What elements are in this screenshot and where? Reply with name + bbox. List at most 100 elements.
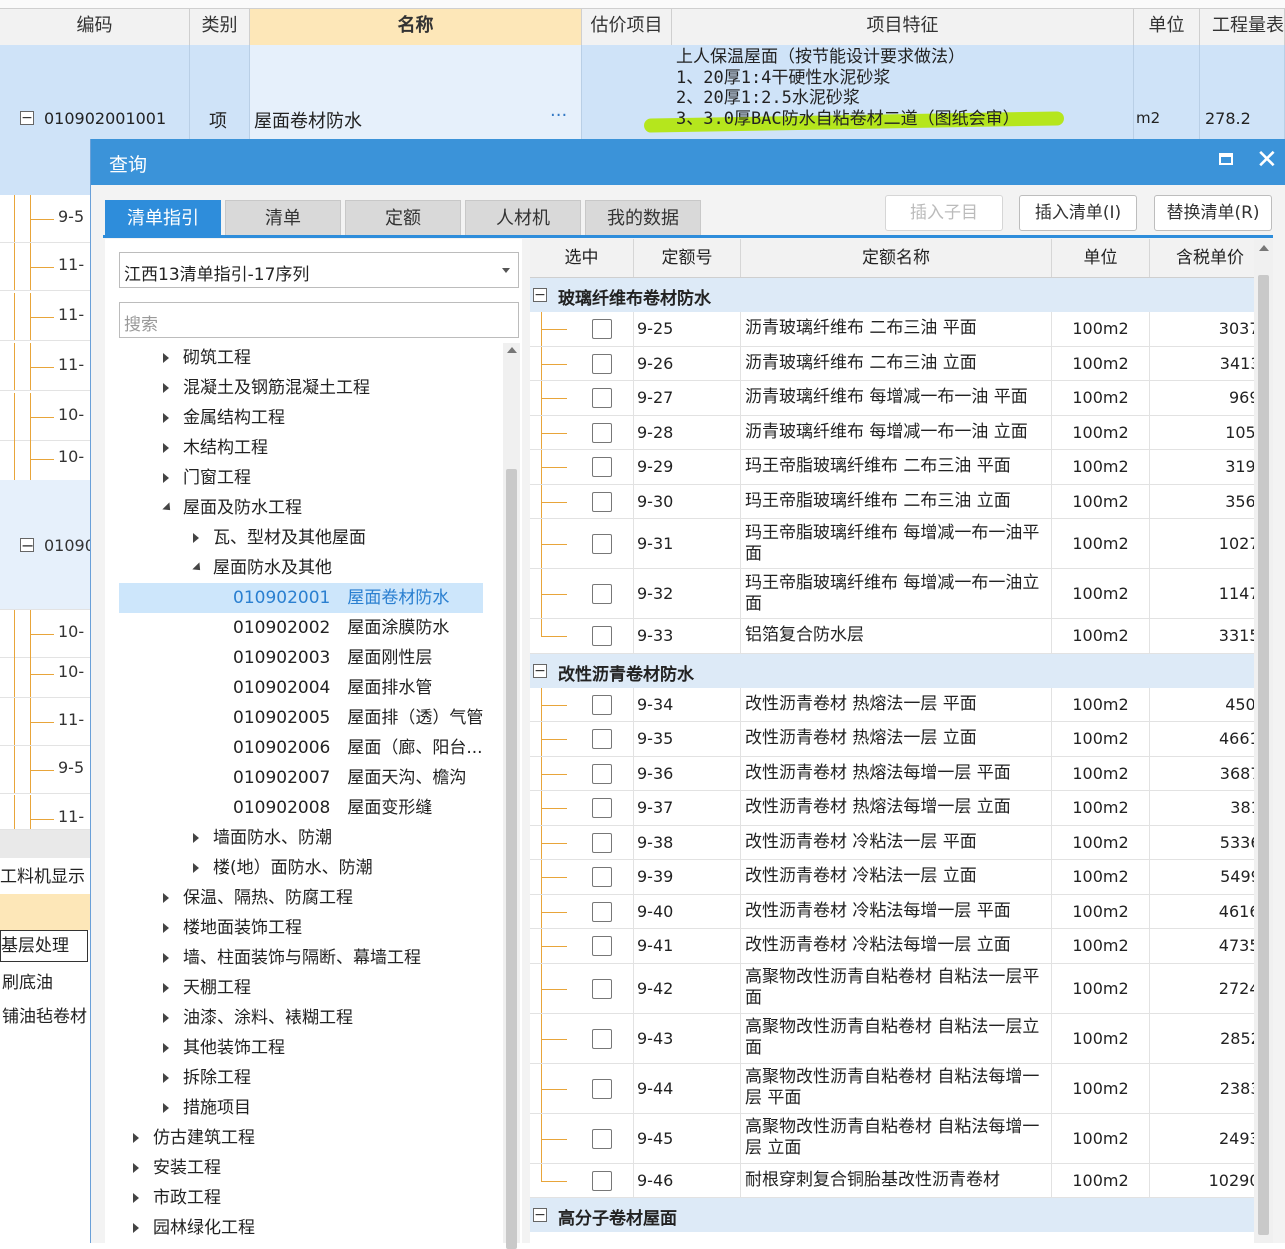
- tab-list[interactable]: 清单: [225, 200, 341, 236]
- table-row[interactable]: 9-31 玛王帝脂玻璃纤维布 每增减一布一油平面 100m2 1027.!: [530, 519, 1273, 569]
- group-row[interactable]: − 改性沥青卷材防水: [530, 653, 1273, 688]
- select-checkbox[interactable]: [592, 353, 612, 374]
- collapsed-triangle-icon[interactable]: [163, 953, 169, 963]
- table-row[interactable]: 9-43 高聚物改性沥青自粘卷材 自粘法一层立面 100m2 2852..: [530, 1013, 1273, 1064]
- select-checkbox[interactable]: [592, 1078, 612, 1099]
- list-item[interactable]: 11-: [0, 795, 92, 830]
- library-select[interactable]: 江西13清单指引-17序列: [119, 252, 519, 288]
- collapsed-triangle-icon[interactable]: [133, 1223, 139, 1233]
- expanded-triangle-icon[interactable]: [192, 562, 204, 574]
- col-quota-name[interactable]: 定额名称: [741, 239, 1052, 277]
- collapsed-triangle-icon[interactable]: [133, 1193, 139, 1203]
- collapsed-triangle-icon[interactable]: [163, 1013, 169, 1023]
- more-icon[interactable]: ···: [550, 105, 567, 126]
- select-checkbox[interactable]: [592, 626, 612, 647]
- table-row[interactable]: 9-37 改性沥青卷材 热熔法每增一层 立面 100m2 3818: [530, 791, 1273, 826]
- list-item[interactable]: 11-: [0, 698, 92, 746]
- tree-node[interactable]: 楼地面装饰工程: [105, 913, 501, 943]
- list-item[interactable]: 11-: [0, 293, 92, 341]
- select-checkbox[interactable]: [592, 584, 612, 604]
- select-checkbox[interactable]: [592, 457, 612, 478]
- scroll-thumb[interactable]: [1258, 275, 1269, 1235]
- tree-scrollbar[interactable]: [503, 343, 520, 1249]
- tab-materials[interactable]: 人材机: [465, 200, 581, 236]
- tree-node[interactable]: 市政工程: [105, 1183, 501, 1213]
- table-row[interactable]: 9-41 改性沥青卷材 冷粘法每增一层 立面 100m2 4735.!: [530, 929, 1273, 964]
- collapsed-triangle-icon[interactable]: [163, 413, 169, 423]
- table-row[interactable]: 9-40 改性沥青卷材 冷粘法每增一层 平面 100m2 4616.!: [530, 894, 1273, 929]
- tree-node[interactable]: 屋面防水及其他: [105, 553, 501, 583]
- collapsed-triangle-icon[interactable]: [193, 863, 199, 873]
- select-checkbox[interactable]: [592, 694, 612, 715]
- table-row[interactable]: 9-27 沥青玻璃纤维布 每增减一布一油 平面 100m2 969.!: [530, 381, 1273, 416]
- list-item[interactable]: 9-5: [0, 195, 92, 243]
- tab-list-guide[interactable]: 清单指引: [105, 200, 221, 236]
- collapsed-triangle-icon[interactable]: [163, 473, 169, 483]
- select-checkbox[interactable]: [592, 798, 612, 819]
- table-row[interactable]: 9-30 玛王帝脂玻璃纤维布 二布三油 立面 100m2 3562.: [530, 484, 1273, 519]
- table-row[interactable]: 9-33 铝箔复合防水层 100m2 3315.!: [530, 619, 1273, 654]
- select-checkbox[interactable]: [592, 936, 612, 957]
- tree-node[interactable]: 拆除工程: [105, 1063, 501, 1093]
- dialog-titlebar[interactable]: 查询 ✕: [91, 139, 1285, 185]
- collapsed-triangle-icon[interactable]: [163, 353, 169, 363]
- list-item[interactable]: 10-: [0, 393, 92, 441]
- col-features[interactable]: 项目特征: [672, 9, 1134, 45]
- table-row[interactable]: 9-26 沥青玻璃纤维布 二布三油 立面 100m2 3413.:: [530, 346, 1273, 381]
- expanded-triangle-icon[interactable]: [162, 502, 174, 514]
- group-row[interactable]: − 高分子卷材屋面: [530, 1198, 1273, 1232]
- collapsed-triangle-icon[interactable]: [163, 443, 169, 453]
- table-row[interactable]: 9-34 改性沥青卷材 热熔法一层 平面 100m2 4508.: [530, 687, 1273, 722]
- tree-node[interactable]: 010902007 屋面天沟、檐沟: [105, 763, 501, 793]
- bottom-tab-material[interactable]: 工料机显示: [0, 862, 85, 887]
- tree-node[interactable]: 010902001 屋面卷材防水: [119, 583, 483, 613]
- collapsed-triangle-icon[interactable]: [163, 923, 169, 933]
- insert-list-button[interactable]: 插入清单(I): [1019, 195, 1137, 231]
- bottom-row[interactable]: 刷底油: [2, 968, 53, 993]
- scroll-thumb[interactable]: [506, 469, 517, 1249]
- tree-node[interactable]: 砌筑工程: [105, 343, 501, 373]
- tree-node[interactable]: 门窗工程: [105, 463, 501, 493]
- tree-node[interactable]: 保温、隔热、防腐工程: [105, 883, 501, 913]
- bottom-row-selected[interactable]: 基层处理: [0, 930, 88, 962]
- select-checkbox[interactable]: [592, 763, 612, 784]
- collapsed-triangle-icon[interactable]: [193, 833, 199, 843]
- list-item[interactable]: 11-: [0, 343, 92, 391]
- select-checkbox[interactable]: [592, 832, 612, 853]
- tree-node[interactable]: 其他装饰工程: [105, 1033, 501, 1063]
- table-row[interactable]: 9-38 改性沥青卷材 冷粘法一层 平面 100m2 5336.:: [530, 825, 1273, 860]
- table-row[interactable]: 9-32 玛王帝脂玻璃纤维布 每增减一布一油立面 100m2 1147.!: [530, 569, 1273, 619]
- select-checkbox[interactable]: [592, 1128, 612, 1149]
- col-kind[interactable]: 类别: [190, 9, 250, 45]
- search-input[interactable]: 搜索: [119, 302, 519, 338]
- table-scrollbar[interactable]: [1254, 239, 1273, 1243]
- tree-node[interactable]: 园林绿化工程: [105, 1213, 501, 1243]
- bottom-row[interactable]: 铺油毡卷材: [2, 1002, 87, 1027]
- tree-node[interactable]: 安装工程: [105, 1153, 501, 1183]
- table-row[interactable]: 9-45 高聚物改性沥青自粘卷材 自粘法每增一层 立面 100m2 2493.(: [530, 1113, 1273, 1164]
- tree-node[interactable]: 墙、柱面装饰与隔断、幕墙工程: [105, 943, 501, 973]
- close-icon[interactable]: ✕: [1256, 145, 1278, 175]
- col-quota-code[interactable]: 定额号: [634, 239, 741, 277]
- collapsed-triangle-icon[interactable]: [163, 1073, 169, 1083]
- select-checkbox[interactable]: [592, 422, 612, 443]
- tree-node[interactable]: 010902008 屋面变形缝: [105, 793, 501, 823]
- col-select[interactable]: 选中: [530, 239, 634, 277]
- table-row[interactable]: 9-39 改性沥青卷材 冷粘法一层 立面 100m2 5499..: [530, 860, 1273, 895]
- scroll-up-icon[interactable]: [507, 347, 517, 353]
- tree-node[interactable]: 010902003 屋面刚性层: [105, 643, 501, 673]
- list-item[interactable]: 10-: [0, 650, 92, 698]
- select-checkbox[interactable]: [592, 534, 612, 554]
- tree-node[interactable]: 金属结构工程: [105, 403, 501, 433]
- tree-node[interactable]: 瓦、型材及其他屋面: [105, 523, 501, 553]
- collapse-icon[interactable]: −: [533, 663, 547, 678]
- collapsed-triangle-icon[interactable]: [163, 383, 169, 393]
- collapse-icon[interactable]: −: [20, 538, 34, 554]
- collapse-icon[interactable]: −: [533, 1208, 547, 1222]
- select-checkbox[interactable]: [592, 491, 612, 512]
- table-row[interactable]: 9-36 改性沥青卷材 热熔法每增一层 平面 100m2 3687.:: [530, 756, 1273, 791]
- select-checkbox[interactable]: [592, 1028, 612, 1049]
- select-checkbox[interactable]: [592, 729, 612, 750]
- tree-node[interactable]: 楼(地）面防水、防潮: [105, 853, 501, 883]
- select-checkbox[interactable]: [592, 901, 612, 922]
